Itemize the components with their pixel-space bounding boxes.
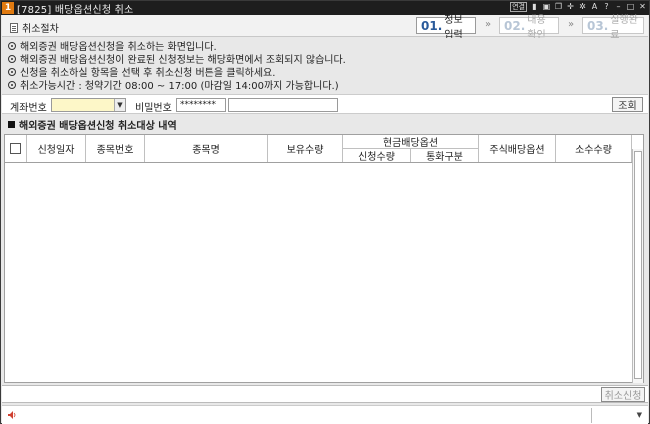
search-form: 계좌번호 ▼ 비밀번호 ******** 조회 bbox=[2, 94, 648, 114]
bullet-icon bbox=[8, 80, 16, 89]
procedure-label-text: 취소절차 bbox=[22, 24, 59, 35]
header-checkbox-cell bbox=[5, 135, 27, 162]
col-stock-code[interactable]: 종목번호 bbox=[86, 135, 145, 162]
chevron-down-icon[interactable]: ▼ bbox=[114, 99, 125, 111]
col-apply-date[interactable]: 신청일자 bbox=[27, 135, 86, 162]
status-dropdown[interactable]: ▼ bbox=[591, 408, 646, 423]
section-title: 해외증권 배당옵션신청 취소대상 내역 bbox=[19, 120, 177, 132]
step-bar: 취소절차 01. 정보입력 » 02. 내용확인 » 03. 실행완료 bbox=[2, 15, 648, 41]
account-label: 계좌번호 bbox=[10, 103, 47, 114]
step-2-number: 02. bbox=[504, 18, 526, 33]
copy-icon[interactable]: ❐ bbox=[554, 2, 563, 12]
document-icon bbox=[10, 22, 18, 33]
table-header: 신청일자 종목번호 종목명 보유수량 현금배당옵션 신청수량 통화구분 주식배당… bbox=[5, 135, 643, 163]
status-bar: ▼ bbox=[2, 405, 648, 424]
step-2-text: 내용확인 bbox=[527, 14, 546, 41]
connect-box[interactable]: 연결 bbox=[510, 2, 527, 12]
step-2-confirm: 02. 내용확인 bbox=[499, 15, 559, 41]
bullet-icon bbox=[8, 54, 16, 63]
notice-line: 취소가능시간 : 청약기간 08:00 ~ 17:00 (마감일 14:00까지… bbox=[8, 78, 642, 92]
scrollbar-thumb[interactable] bbox=[634, 151, 642, 379]
col-stock-name[interactable]: 종목명 bbox=[145, 135, 268, 162]
step-3-complete: 03. 실행완료 bbox=[582, 15, 644, 41]
account-select[interactable]: ▼ bbox=[51, 98, 126, 112]
settings-icon[interactable]: ✲ bbox=[578, 2, 587, 12]
procedure-label: 취소절차 bbox=[10, 20, 59, 35]
speaker-icon bbox=[8, 411, 16, 419]
chevron-down-icon: ▼ bbox=[636, 411, 642, 419]
window-title: [7825] 배당옵션신청 취소 bbox=[17, 4, 134, 16]
step-3-text: 실행완료 bbox=[610, 14, 638, 41]
step-3-number: 03. bbox=[587, 18, 609, 33]
col-currency[interactable]: 통화구분 bbox=[411, 149, 479, 163]
main-window: 1 [7825] 배당옵션신청 취소 연결 ▮ ▣ ❐ ✛ ✲ A ? – □ … bbox=[0, 0, 650, 424]
step-1-info-input: 01. 정보입력 bbox=[416, 15, 476, 41]
search-button[interactable]: 조회 bbox=[612, 97, 643, 112]
notice-panel: 해외증권 배당옵션신청을 취소하는 화면입니다. 해외증권 배당옵션신청이 완료… bbox=[2, 38, 648, 93]
step-1-number: 01. bbox=[421, 18, 443, 33]
password-label: 비밀번호 bbox=[135, 103, 172, 114]
square-bullet-icon bbox=[8, 120, 15, 128]
password-input[interactable]: ******** bbox=[176, 98, 226, 112]
pin-icon[interactable]: ✛ bbox=[566, 2, 575, 12]
cancel-target-table: 신청일자 종목번호 종목명 보유수량 현금배당옵션 신청수량 통화구분 주식배당… bbox=[4, 134, 644, 383]
section-header: 해외증권 배당옵션신청 취소대상 내역 bbox=[2, 116, 648, 132]
font-icon[interactable]: A bbox=[590, 2, 599, 12]
close-icon[interactable]: ✕ bbox=[638, 2, 647, 12]
col-holding-qty[interactable]: 보유수량 bbox=[268, 135, 343, 162]
step-1-text: 정보입력 bbox=[444, 14, 463, 41]
password-extra-input[interactable] bbox=[228, 98, 338, 112]
col-fee-qty[interactable]: 소수수량 bbox=[556, 135, 632, 162]
step-arrow-1: » bbox=[485, 19, 492, 30]
table-scrollbar[interactable] bbox=[632, 149, 643, 383]
select-all-checkbox[interactable] bbox=[10, 143, 21, 154]
col-stock-dividend[interactable]: 주식배당옵션 bbox=[479, 135, 556, 162]
bullet-icon bbox=[8, 67, 16, 76]
action-bar: 취소신청 bbox=[2, 385, 648, 403]
col-cash-dividend-group: 현금배당옵션 bbox=[343, 135, 479, 149]
window-number: 1 bbox=[2, 2, 14, 14]
bullet-icon bbox=[8, 41, 16, 50]
col-apply-qty[interactable]: 신청수량 bbox=[343, 149, 411, 163]
notice-text: 취소가능시간 : 청약기간 08:00 ~ 17:00 (마감일 14:00까지… bbox=[20, 81, 339, 92]
step-arrow-2: » bbox=[568, 19, 575, 30]
cancel-request-button[interactable]: 취소신청 bbox=[601, 387, 645, 402]
